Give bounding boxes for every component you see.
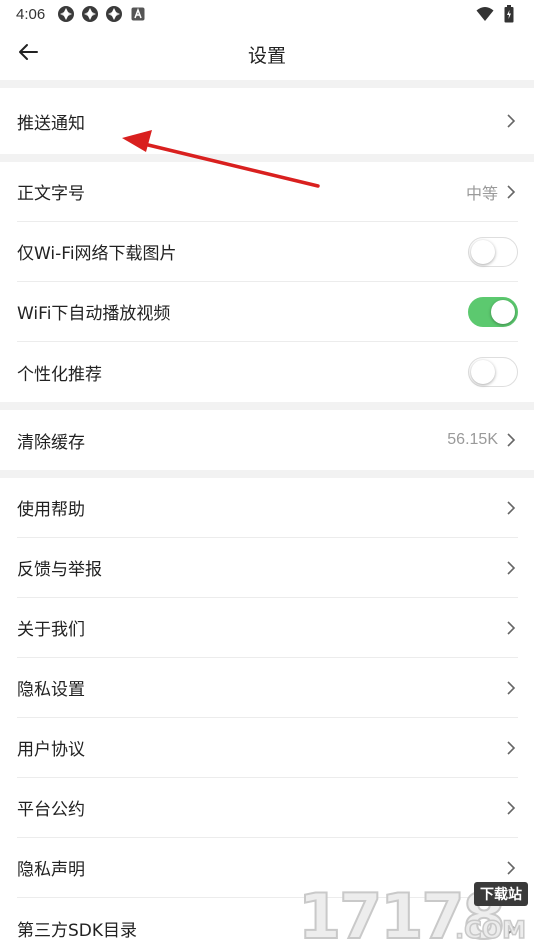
wifi-images-item: 仅Wi-Fi网络下载图片: [17, 222, 518, 282]
chevron-right-icon: [504, 112, 518, 130]
row-right: 中等: [466, 180, 518, 204]
app-icon: [57, 5, 75, 23]
status-left: 4:06: [16, 5, 147, 23]
row-label: 正文字号: [17, 184, 85, 204]
sdk-list-item[interactable]: 第三方SDK目录: [17, 898, 518, 950]
chevron-right-icon: [504, 799, 518, 817]
clear-cache-item[interactable]: 清除缓存 56.15K: [17, 410, 518, 470]
app-bar: 设置: [0, 28, 534, 80]
row-label: 平台公约: [17, 800, 85, 820]
row-label: 推送通知: [17, 113, 85, 134]
app-icon: [105, 5, 123, 23]
row-label: 关于我们: [17, 620, 85, 640]
cache-size-value: 56.15K: [447, 431, 498, 448]
font-size-item[interactable]: 正文字号 中等: [17, 162, 518, 222]
display-section: 正文字号 中等 仅Wi-Fi网络下载图片 WiFi下自动播放视频 个性化推荐: [0, 162, 534, 402]
row-label: 反馈与举报: [17, 560, 102, 580]
toggle-knob: [471, 239, 495, 264]
back-arrow-icon: [16, 40, 40, 68]
row-label: 使用帮助: [17, 500, 85, 520]
about-us-item[interactable]: 关于我们: [17, 598, 518, 658]
page-title: 设置: [247, 44, 286, 67]
help-item[interactable]: 使用帮助: [17, 478, 518, 538]
chevron-right-icon: [504, 431, 518, 449]
section-divider: [0, 80, 534, 88]
chevron-right-icon: [504, 183, 518, 201]
feedback-item[interactable]: 反馈与举报: [17, 538, 518, 598]
cache-section: 清除缓存 56.15K: [0, 410, 534, 470]
row-label: 隐私声明: [17, 860, 85, 880]
row-label: 用户协议: [17, 740, 85, 760]
chevron-right-icon: [504, 919, 518, 937]
wifi-icon: [476, 5, 494, 23]
section-divider: [0, 154, 534, 162]
row-label: 第三方SDK目录: [17, 920, 138, 941]
font-size-value: 中等: [465, 185, 498, 203]
status-time: 4:06: [16, 5, 46, 23]
chevron-right-icon: [504, 679, 518, 697]
wifi-images-toggle[interactable]: [468, 236, 518, 267]
row-label: 清除缓存: [17, 432, 85, 453]
chevron-right-icon: [504, 499, 518, 517]
section-divider: [0, 470, 534, 478]
a-icon: [129, 5, 147, 23]
personalized-item: 个性化推荐: [17, 342, 518, 402]
wifi-autoplay-item: WiFi下自动播放视频: [17, 282, 518, 342]
chevron-right-icon: [504, 559, 518, 577]
wifi-autoplay-toggle[interactable]: [468, 296, 518, 327]
row-label: 仅Wi-Fi网络下载图片: [17, 244, 177, 264]
chevron-right-icon: [504, 859, 518, 877]
battery-icon: [500, 5, 518, 23]
platform-rules-item[interactable]: 平台公约: [17, 778, 518, 838]
row-label: 个性化推荐: [17, 364, 102, 385]
status-bar: 4:06: [0, 0, 534, 28]
privacy-settings-item[interactable]: 隐私设置: [17, 658, 518, 718]
row-label: 隐私设置: [17, 680, 85, 700]
toggle-knob: [491, 299, 515, 324]
app-icon: [81, 5, 99, 23]
push-notification-item[interactable]: 推送通知: [17, 88, 518, 154]
row-label: WiFi下自动播放视频: [17, 304, 171, 324]
toggle-knob: [471, 360, 495, 384]
privacy-statement-item[interactable]: 隐私声明: [17, 838, 518, 898]
chevron-right-icon: [504, 739, 518, 757]
user-agreement-item[interactable]: 用户协议: [17, 718, 518, 778]
push-section: 推送通知: [0, 88, 534, 154]
row-right: 56.15K: [447, 431, 518, 449]
back-button[interactable]: [12, 38, 44, 70]
about-section: 使用帮助 反馈与举报 关于我们 隐私设置 用户协议 平台公约 隐私声明 第三方S…: [0, 478, 534, 950]
status-right: [476, 5, 518, 23]
section-divider: [0, 402, 534, 410]
chevron-right-icon: [504, 619, 518, 637]
personalized-toggle[interactable]: [468, 357, 518, 387]
